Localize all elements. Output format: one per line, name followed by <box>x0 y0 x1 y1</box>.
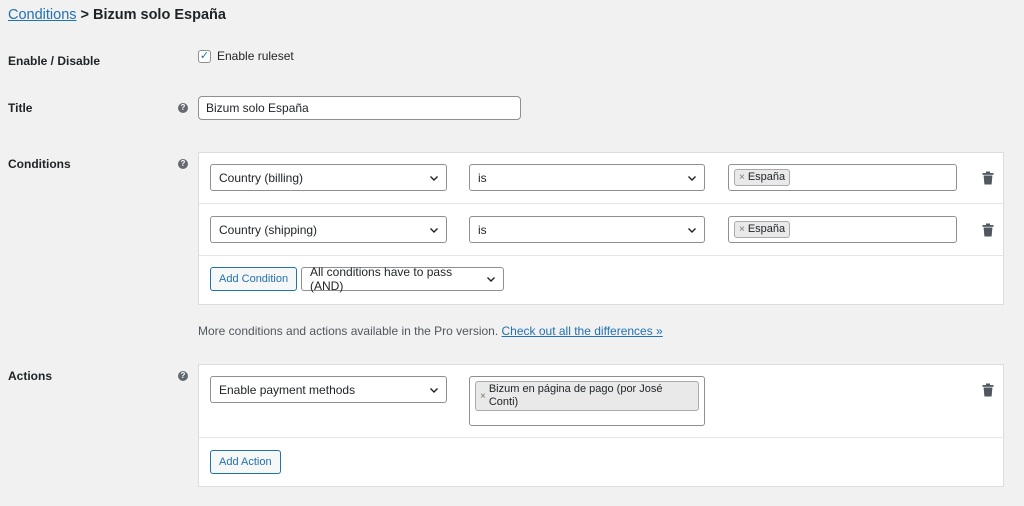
condition-field-select[interactable]: Country (billing) <box>210 164 447 191</box>
condition-field-select[interactable]: Country (shipping) <box>210 216 447 243</box>
chevron-down-icon <box>688 227 696 233</box>
conditions-panel: Country (billing) is × España Country (sh… <box>198 152 1004 305</box>
pro-version-note: More conditions and actions available in… <box>198 324 663 338</box>
condition-operator-value: is <box>478 222 487 237</box>
breadcrumb-current: Bizum solo España <box>92 7 226 23</box>
check-differences-link[interactable]: Check out all the differences » <box>502 324 663 338</box>
title-label: Title <box>8 101 33 115</box>
action-type-select[interactable]: Enable payment methods <box>210 376 447 403</box>
actions-panel: Enable payment methods × Bizum en página … <box>198 364 1004 487</box>
enable-label: Enable / Disable <box>8 54 101 68</box>
trash-icon[interactable] <box>982 223 994 237</box>
breadcrumb-separator: > <box>80 7 89 23</box>
condition-logic-select[interactable]: All conditions have to pass (AND) <box>301 265 504 293</box>
payment-method-tag: × Bizum en página de pago (por José Conti… <box>475 381 699 411</box>
condition-field-value: Country (billing) <box>219 170 304 185</box>
add-condition-button[interactable]: Add Condition <box>210 267 298 291</box>
actions-label: Actions <box>8 369 53 383</box>
breadcrumb: Conditions > Bizum solo España <box>8 7 226 23</box>
check-icon: ✓ <box>199 49 210 62</box>
condition-value-multiselect[interactable]: × España <box>728 216 957 243</box>
enable-ruleset-checkbox[interactable]: ✓ <box>198 49 211 63</box>
remove-tag-icon[interactable]: × <box>739 171 745 184</box>
condition-operator-select[interactable]: is <box>469 216 705 243</box>
help-icon[interactable]: ? <box>178 159 188 169</box>
add-action-button[interactable]: Add Action <box>210 450 281 474</box>
condition-value-tag: × España <box>734 169 791 186</box>
help-icon[interactable]: ? <box>178 371 188 381</box>
remove-tag-icon[interactable]: × <box>480 390 486 403</box>
conditions-label: Conditions <box>8 157 71 171</box>
breadcrumb-link-conditions[interactable]: Conditions <box>8 7 77 23</box>
payment-method-tag-label: Bizum en página de pago (por José Conti) <box>488 383 663 408</box>
chevron-down-icon <box>487 277 495 282</box>
row-divider <box>199 437 1003 438</box>
condition-value-multiselect[interactable]: × España <box>728 164 957 191</box>
help-icon[interactable]: ? <box>178 103 188 113</box>
payment-methods-multiselect[interactable]: × Bizum en página de pago (por José Conti… <box>469 376 705 426</box>
title-input[interactable]: Bizum solo España <box>198 96 521 120</box>
row-divider <box>199 203 1003 204</box>
pro-note-text: More conditions and actions available in… <box>198 324 499 338</box>
condition-logic-value: All conditions have to pass (AND) <box>310 265 453 293</box>
condition-operator-value: is <box>478 170 487 185</box>
trash-icon[interactable] <box>982 171 994 185</box>
enable-ruleset-label: Enable ruleset <box>217 49 294 63</box>
chevron-down-icon <box>430 387 438 393</box>
row-divider <box>199 255 1003 256</box>
condition-value-tag-label: España <box>747 171 786 183</box>
condition-operator-select[interactable]: is <box>469 164 705 191</box>
chevron-down-icon <box>688 175 696 181</box>
action-type-value: Enable payment methods <box>219 382 356 397</box>
condition-value-tag-label: España <box>747 223 786 235</box>
condition-field-value: Country (shipping) <box>219 222 318 237</box>
chevron-down-icon <box>430 227 438 233</box>
enable-ruleset-control[interactable]: ✓ Enable ruleset <box>198 49 294 63</box>
remove-tag-icon[interactable]: × <box>739 223 745 236</box>
condition-value-tag: × España <box>734 221 791 238</box>
trash-icon[interactable] <box>982 383 994 397</box>
chevron-down-icon <box>430 175 438 181</box>
